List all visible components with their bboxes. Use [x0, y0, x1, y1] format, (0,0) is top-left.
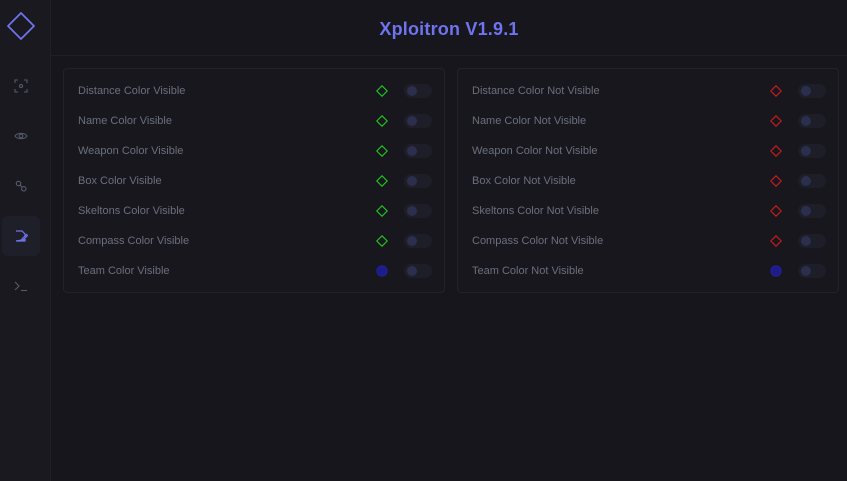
toggle-knob: [407, 266, 417, 276]
enable-toggle[interactable]: [404, 144, 432, 158]
color-swatch-diamond-icon[interactable]: [376, 115, 388, 127]
color-row-team-not-visible: Team Color Not Visible: [458, 256, 838, 286]
color-row-compass-visible: Compass Color Visible: [64, 226, 444, 256]
terminal-icon: [14, 281, 27, 292]
toggle-knob: [801, 146, 811, 156]
color-swatch-diamond-icon[interactable]: [376, 175, 388, 187]
eye-icon: [14, 132, 28, 140]
row-label: Distance Color Visible: [78, 85, 186, 97]
color-row-weapon-visible: Weapon Color Visible: [64, 136, 444, 166]
sidebar-item-aim[interactable]: [2, 66, 40, 106]
logo-diamond-icon: [7, 12, 35, 40]
row-label: Box Color Visible: [78, 175, 162, 187]
toggle-knob: [407, 176, 417, 186]
row-label: Name Color Visible: [78, 115, 172, 127]
enable-toggle[interactable]: [798, 234, 826, 248]
sidebar-item-settings[interactable]: [2, 166, 40, 206]
visible-colors-panel: Distance Color Visible Name Color Visibl…: [63, 68, 445, 293]
row-label: Compass Color Visible: [78, 235, 190, 247]
row-label: Weapon Color Not Visible: [472, 145, 598, 157]
row-label: Weapon Color Visible: [78, 145, 184, 157]
color-swatch-diamond-icon[interactable]: [770, 145, 782, 157]
enable-toggle[interactable]: [798, 84, 826, 98]
color-row-skeletons-visible: Skeltons Color Visible: [64, 196, 444, 226]
toggle-knob: [407, 236, 417, 246]
color-row-skeletons-not-visible: Skeltons Color Not Visible: [458, 196, 838, 226]
sidebar-item-colors[interactable]: [2, 216, 40, 256]
color-row-box-not-visible: Box Color Not Visible: [458, 166, 838, 196]
toggle-knob: [801, 86, 811, 96]
settings-icon: [15, 180, 27, 192]
toggle-knob: [407, 116, 417, 126]
color-swatch-diamond-icon[interactable]: [376, 235, 388, 247]
color-swatch-diamond-icon[interactable]: [770, 235, 782, 247]
sidebar-item-visuals[interactable]: [2, 116, 40, 156]
color-swatch-diamond-icon[interactable]: [376, 205, 388, 217]
toggle-knob: [801, 206, 811, 216]
enable-toggle[interactable]: [404, 114, 432, 128]
row-label: Team Color Visible: [78, 265, 170, 277]
color-row-name-not-visible: Name Color Not Visible: [458, 106, 838, 136]
enable-toggle[interactable]: [404, 264, 432, 278]
color-row-distance-not-visible: Distance Color Not Visible: [458, 76, 838, 106]
enable-toggle[interactable]: [798, 204, 826, 218]
color-row-team-visible: Team Color Visible: [64, 256, 444, 286]
enable-toggle[interactable]: [404, 234, 432, 248]
color-swatch-diamond-icon[interactable]: [770, 115, 782, 127]
enable-toggle[interactable]: [798, 174, 826, 188]
color-row-compass-not-visible: Compass Color Not Visible: [458, 226, 838, 256]
color-swatch-diamond-icon[interactable]: [376, 145, 388, 157]
row-label: Box Color Not Visible: [472, 175, 576, 187]
toggle-knob: [801, 266, 811, 276]
color-row-name-visible: Name Color Visible: [64, 106, 444, 136]
color-swatch-circle-icon[interactable]: [770, 265, 782, 277]
row-label: Skeltons Color Not Visible: [472, 205, 599, 217]
toggle-knob: [407, 206, 417, 216]
row-label: Team Color Not Visible: [472, 265, 584, 277]
color-row-distance-visible: Distance Color Visible: [64, 76, 444, 106]
enable-toggle[interactable]: [404, 204, 432, 218]
toggle-knob: [801, 116, 811, 126]
row-label: Name Color Not Visible: [472, 115, 587, 127]
not-visible-colors-panel: Distance Color Not Visible Name Color No…: [457, 68, 839, 293]
enable-toggle[interactable]: [404, 84, 432, 98]
app-title: Xploitron V1.9.1: [379, 19, 519, 39]
header: Xploitron V1.9.1: [51, 0, 847, 56]
enable-toggle[interactable]: [798, 114, 826, 128]
color-swatch-diamond-icon[interactable]: [376, 85, 388, 97]
row-label: Distance Color Not Visible: [472, 85, 600, 97]
color-row-box-visible: Box Color Visible: [64, 166, 444, 196]
aim-icon: [14, 79, 28, 93]
toggle-knob: [407, 146, 417, 156]
toggle-knob: [407, 86, 417, 96]
app-window: Xploitron V1.9.1 Distance Color Visible …: [0, 0, 847, 481]
enable-toggle[interactable]: [404, 174, 432, 188]
enable-toggle[interactable]: [798, 144, 826, 158]
color-swatch-diamond-icon[interactable]: [770, 175, 782, 187]
color-swatch-circle-icon[interactable]: [376, 265, 388, 277]
color-swatch-diamond-icon[interactable]: [770, 85, 782, 97]
color-swatch-diamond-icon[interactable]: [770, 205, 782, 217]
row-label: Skeltons Color Visible: [78, 205, 185, 217]
row-label: Compass Color Not Visible: [472, 235, 604, 247]
sidebar: [0, 0, 51, 481]
color-row-weapon-not-visible: Weapon Color Not Visible: [458, 136, 838, 166]
enable-toggle[interactable]: [798, 264, 826, 278]
palette-icon: [15, 230, 28, 242]
toggle-knob: [801, 236, 811, 246]
sidebar-item-console[interactable]: [2, 266, 40, 306]
toggle-knob: [801, 176, 811, 186]
